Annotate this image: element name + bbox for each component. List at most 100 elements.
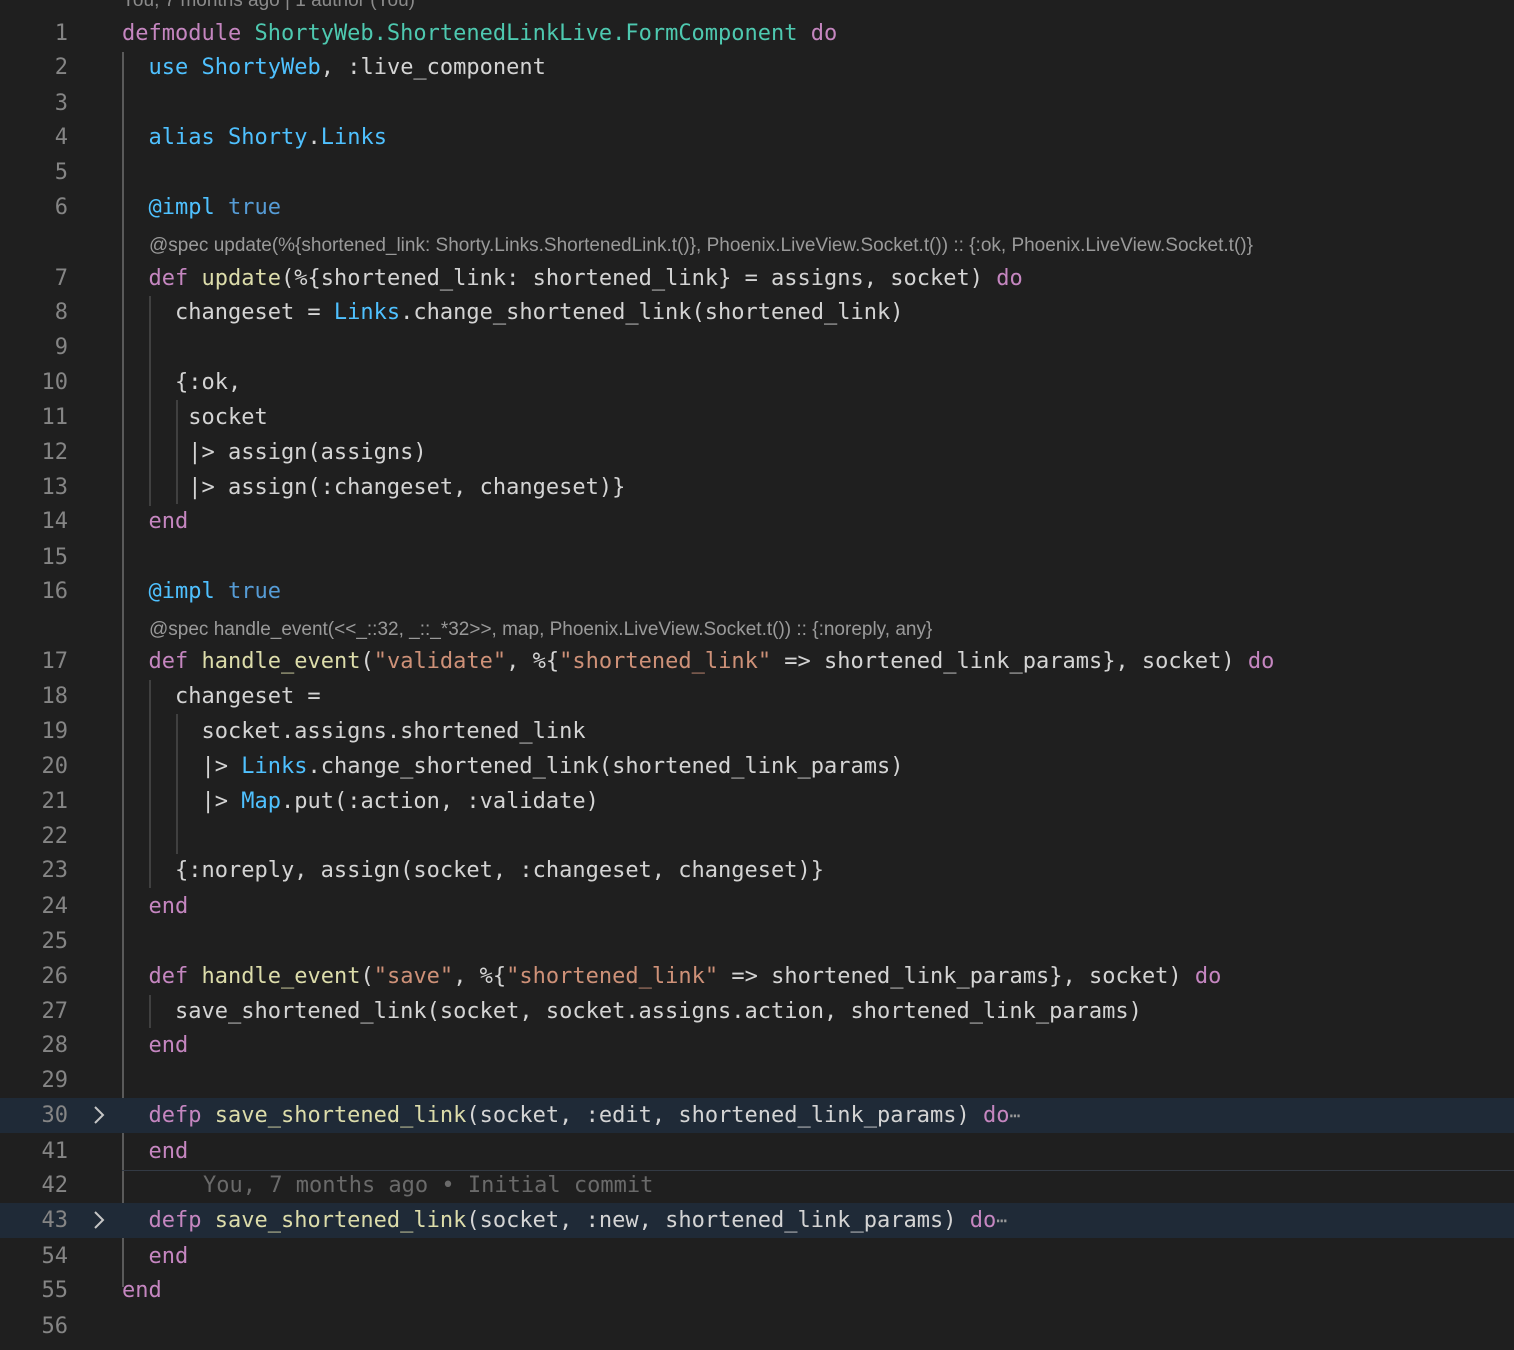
line-code[interactable]: save_shortened_link(socket, socket.assig… xyxy=(122,994,1142,1029)
line-code[interactable]: def update(%{shortened_link: shortened_l… xyxy=(122,261,1023,296)
line-number: 18 xyxy=(41,684,69,709)
fold-ellipsis[interactable]: ⋯ xyxy=(996,1211,1007,1232)
code-line[interactable]: 21 |> Map.put(:action, :validate) xyxy=(0,784,1514,819)
line-code[interactable]: |> Map.put(:action, :validate) xyxy=(122,784,598,819)
code-line[interactable]: 2 use ShortyWeb, :live_component xyxy=(0,50,1514,85)
line-code[interactable]: end xyxy=(122,504,189,539)
code-line[interactable]: 6 @impl true xyxy=(0,190,1514,225)
code-line[interactable]: 30 defp save_shortened_link(socket, :edi… xyxy=(0,1098,1514,1133)
line-number: 3 xyxy=(54,91,68,116)
chevron-right-icon[interactable] xyxy=(88,1209,110,1231)
chevron-right-icon[interactable] xyxy=(88,1104,110,1126)
line-code[interactable]: defp save_shortened_link(socket, :edit, … xyxy=(122,1098,1021,1133)
line-number: 21 xyxy=(41,789,69,814)
code-line[interactable]: 43 defp save_shortened_link(socket, :new… xyxy=(0,1203,1514,1238)
code-token: .change_shortened_link(shortened_link_pa… xyxy=(307,754,904,779)
line-code[interactable]: @impl true xyxy=(122,190,281,225)
code-token: do xyxy=(1247,649,1275,674)
line-code[interactable]: defmodule ShortyWeb.ShortenedLinkLive.Fo… xyxy=(122,16,837,51)
code-line[interactable]: 13 |> assign(:changeset, changeset)} xyxy=(0,470,1514,505)
code-line[interactable]: 9 xyxy=(0,330,1514,365)
line-code[interactable]: end xyxy=(122,1134,189,1169)
line-number: 12 xyxy=(41,440,69,465)
line-code[interactable]: |> assign(assigns) xyxy=(122,435,426,470)
code-line[interactable]: 25 xyxy=(0,924,1514,959)
line-code[interactable]: |> assign(:changeset, changeset)} xyxy=(122,470,625,505)
code-line[interactable]: 54 end xyxy=(0,1239,1514,1274)
code-line[interactable]: 23 {:noreply, assign(socket, :changeset,… xyxy=(0,853,1514,888)
code-line[interactable]: 8 changeset = Links.change_shortened_lin… xyxy=(0,295,1514,330)
line-code[interactable]: defp save_shortened_link(socket, :new, s… xyxy=(122,1203,1008,1238)
line-number: 2 xyxy=(54,55,68,80)
code-token: changeset = xyxy=(122,300,334,325)
line-code[interactable]: |> Links.change_shortened_link(shortened… xyxy=(122,749,903,784)
code-line[interactable]: 19 socket.assigns.shortened_link xyxy=(0,714,1514,749)
line-code[interactable]: end xyxy=(122,1028,189,1063)
code-token: ( xyxy=(360,964,374,989)
code-line[interactable]: 29 xyxy=(0,1063,1514,1098)
code-token: , :live_component xyxy=(320,55,546,80)
code-line[interactable]: 12 |> assign(assigns) xyxy=(0,435,1514,470)
line-number: 11 xyxy=(41,405,69,430)
code-token: def xyxy=(148,266,189,291)
code-line[interactable]: 7 def update(%{shortened_link: shortened… xyxy=(0,261,1514,296)
code-line[interactable]: 22 xyxy=(0,819,1514,854)
line-code[interactable]: end xyxy=(122,889,189,924)
code-line[interactable]: 18 changeset = xyxy=(0,679,1514,714)
code-line[interactable]: 16 @impl true xyxy=(0,574,1514,609)
code-line[interactable]: 20 |> Links.change_shortened_link(shorte… xyxy=(0,749,1514,784)
code-token: end xyxy=(148,1139,189,1164)
line-code[interactable]: You, 7 months ago • Initial commit xyxy=(122,1168,653,1203)
line-code[interactable]: end xyxy=(122,1273,162,1308)
code-line[interactable]: 1 defmodule ShortyWeb.ShortenedLinkLive.F… xyxy=(0,16,1514,51)
line-number: 29 xyxy=(41,1068,69,1093)
code-line[interactable]: 28 end xyxy=(0,1028,1514,1063)
code-line[interactable]: 10 {:ok, xyxy=(0,365,1514,400)
codelens-author[interactable]: You, 7 months ago | 1 author (You) xyxy=(122,0,415,12)
code-token: Map xyxy=(241,789,281,814)
code-token: handle_event xyxy=(201,649,361,674)
line-number: 20 xyxy=(41,754,69,779)
code-token: Links xyxy=(320,125,387,150)
line-code[interactable]: use ShortyWeb, :live_component xyxy=(122,50,546,85)
code-line[interactable]: 17 def handle_event("validate", %{"short… xyxy=(0,644,1514,679)
code-line[interactable]: 11 socket xyxy=(0,400,1514,435)
code-token: => shortened_link_params}, socket) xyxy=(771,649,1248,674)
code-line[interactable]: 26 def handle_event("save", %{"shortened… xyxy=(0,959,1514,994)
line-code[interactable]: alias Shorty.Links xyxy=(122,120,387,155)
code-line[interactable]: 41 end xyxy=(0,1134,1514,1169)
line-code[interactable]: {:noreply, assign(socket, :changeset, ch… xyxy=(122,853,824,888)
code-line[interactable]: 56 xyxy=(0,1309,1514,1344)
line-code[interactable]: changeset = xyxy=(122,679,321,714)
line-code[interactable]: socket.assigns.shortened_link xyxy=(122,714,585,749)
line-code[interactable]: changeset = Links.change_shortened_link(… xyxy=(122,295,904,330)
code-line[interactable]: 4 alias Shorty.Links xyxy=(0,120,1514,155)
code-editor[interactable]: You, 7 months ago | 1 author (You) @spec… xyxy=(0,0,1514,1350)
git-blame-annotation[interactable]: You, 7 months ago • Initial commit xyxy=(203,1173,653,1198)
code-token: true xyxy=(227,195,281,220)
line-code[interactable]: def handle_event("save", %{"shortened_li… xyxy=(122,959,1222,994)
line-code[interactable]: socket xyxy=(122,400,267,435)
code-line[interactable]: 3 xyxy=(0,86,1514,121)
code-line[interactable]: 14 end xyxy=(0,504,1514,539)
code-line[interactable]: 24 end xyxy=(0,889,1514,924)
code-line[interactable]: 5 xyxy=(0,155,1514,190)
spec-handle-event-hint[interactable]: @spec handle_event(<<_::32, _::_*32>>, m… xyxy=(149,617,932,643)
code-line[interactable]: 42 You, 7 months ago • Initial commit xyxy=(0,1168,1514,1203)
code-line[interactable]: 55 end xyxy=(0,1273,1514,1308)
fold-ellipsis[interactable]: ⋯ xyxy=(1009,1106,1020,1127)
line-number: 27 xyxy=(41,999,69,1024)
code-line[interactable]: 15 xyxy=(0,540,1514,575)
line-code[interactable]: {:ok, xyxy=(122,365,241,400)
line-code[interactable]: end xyxy=(122,1239,189,1274)
line-code[interactable]: @impl true xyxy=(122,574,281,609)
line-code[interactable]: def handle_event("validate", %{"shortene… xyxy=(122,644,1275,679)
code-line[interactable]: 27 save_shortened_link(socket, socket.as… xyxy=(0,994,1514,1029)
code-token: "shortened_link" xyxy=(506,964,719,989)
spec-update-hint[interactable]: @spec update(%{shortened_link: Shorty.Li… xyxy=(149,233,1253,259)
